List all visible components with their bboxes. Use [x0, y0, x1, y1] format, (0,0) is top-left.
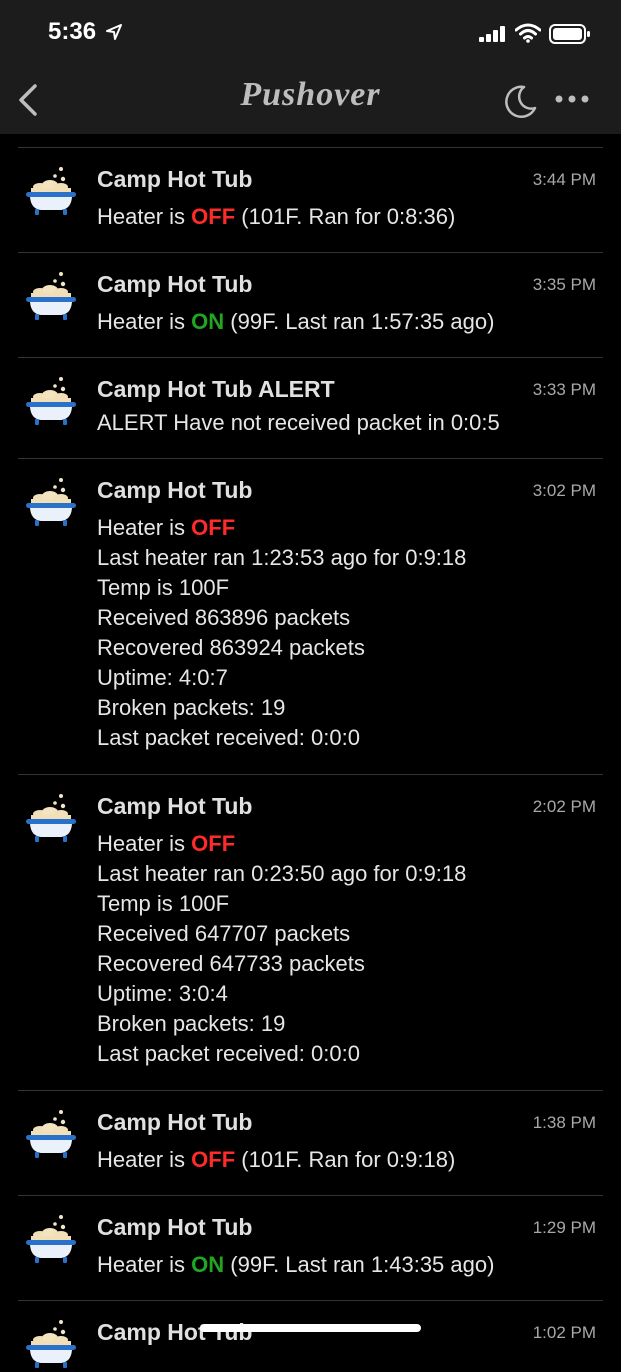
- message-line: Last heater ran 0:23:50 ago for 0:9:18: [97, 861, 466, 887]
- message-detail: (101F. Ran for 0:9:18): [235, 1147, 456, 1172]
- message-line: Temp is 100F: [97, 891, 229, 917]
- message-time: 3:44 PM: [532, 170, 596, 189]
- heater-status: OFF: [191, 1147, 236, 1172]
- message-line: Recovered 647733 packets: [97, 951, 365, 977]
- message-time: 1:38 PM: [532, 1113, 596, 1132]
- heater-status: OFF: [191, 515, 236, 540]
- bathtub-icon: [26, 1110, 76, 1158]
- bathtub-icon: [26, 794, 76, 842]
- bathtub-icon: [26, 1320, 76, 1368]
- message-text: Heater is: [97, 831, 192, 856]
- message-time: 1:29 PM: [532, 1218, 596, 1237]
- bathtub-icon: [26, 167, 76, 215]
- battery-icon: [549, 24, 590, 44]
- heater-status: OFF: [191, 204, 236, 229]
- message-time: 2:02 PM: [532, 797, 596, 816]
- message-line: Heater is OFF (101F. Ran for 0:8:36): [97, 204, 455, 230]
- message-time: 1:02 PM: [532, 1323, 596, 1342]
- message-text: Temp is 100F: [97, 575, 230, 600]
- message-separator: [18, 1090, 603, 1091]
- message-separator: [18, 147, 603, 148]
- message-text: Recovered 863924 packets: [97, 635, 365, 660]
- message-line: Heater is ON (99F. Last ran 1:43:35 ago): [97, 1252, 494, 1278]
- message-separator: [18, 1195, 603, 1196]
- message-line: Received 863896 packets: [97, 605, 350, 631]
- message-text: Broken packets: 19: [97, 1011, 286, 1036]
- message-app-name: Camp Hot Tub: [97, 793, 253, 819]
- more-icon[interactable]: [555, 95, 589, 103]
- bathtub-icon: [26, 1215, 76, 1263]
- bathtub-icon: [26, 272, 76, 320]
- message-separator: [18, 458, 603, 459]
- message-text: Heater is: [97, 204, 192, 229]
- location-arrow-icon: [106, 24, 122, 40]
- message-line: Temp is 100F: [97, 575, 229, 601]
- heater-status: OFF: [191, 831, 236, 856]
- message-line: Heater is OFF: [97, 831, 235, 857]
- message-text: ALERT Have not received packet in 0:0:5: [97, 410, 500, 435]
- message-time: 3:35 PM: [532, 275, 596, 294]
- message-app-name: Camp Hot Tub: [97, 477, 253, 503]
- message-text: Received 863896 packets: [97, 605, 351, 630]
- message-detail: (99F. Last ran 1:57:35 ago): [224, 309, 495, 334]
- message-app-name: Camp Hot Tub ALERT: [97, 376, 335, 402]
- message-app-name: Camp Hot Tub: [97, 166, 253, 192]
- message-text: Broken packets: 19: [97, 695, 286, 720]
- signal-icon: [479, 26, 505, 42]
- message-separator: [18, 252, 603, 253]
- moon-icon[interactable]: [502, 84, 538, 120]
- home-indicator[interactable]: [200, 1324, 421, 1332]
- message-line: Heater is OFF (101F. Ran for 0:9:18): [97, 1147, 455, 1173]
- wifi-icon: [515, 23, 541, 43]
- message-separator: [18, 774, 603, 775]
- message-line: Received 647707 packets: [97, 921, 350, 947]
- message-detail: (101F. Ran for 0:8:36): [235, 204, 456, 229]
- heater-status: ON: [191, 1252, 225, 1277]
- message-line: ALERT Have not received packet in 0:0:5: [97, 410, 500, 436]
- message-detail: (99F. Last ran 1:43:35 ago): [224, 1252, 495, 1277]
- message-time: 3:02 PM: [532, 481, 596, 500]
- message-line: Last heater ran 1:23:53 ago for 0:9:18: [97, 545, 466, 571]
- message-line: Broken packets: 19: [97, 1011, 285, 1037]
- heater-status: ON: [191, 309, 225, 334]
- message-text: Last heater ran 1:23:53 ago for 0:9:18: [97, 545, 467, 570]
- message-text: Last packet received: 0:0:0: [97, 725, 360, 750]
- status-time: 5:36: [48, 18, 97, 45]
- message-app-name: Camp Hot Tub: [97, 1214, 253, 1240]
- message-text: Heater is: [97, 309, 192, 334]
- message-text: Temp is 100F: [97, 891, 230, 916]
- message-time: 3:33 PM: [532, 380, 596, 399]
- bathtub-icon: [26, 377, 76, 425]
- message-text: Heater is: [97, 515, 192, 540]
- message-separator: [18, 1300, 603, 1301]
- message-app-name: Camp Hot Tub: [97, 1109, 253, 1135]
- bathtub-icon: [26, 478, 76, 526]
- message-text: Received 647707 packets: [97, 921, 351, 946]
- message-separator: [18, 357, 603, 358]
- message-app-name: Camp Hot Tub: [97, 271, 253, 297]
- message-line: Heater is OFF: [97, 515, 235, 541]
- message-text: Uptime: 3:0:4: [97, 981, 228, 1006]
- message-text: Recovered 647733 packets: [97, 951, 365, 976]
- message-text: Heater is: [97, 1147, 192, 1172]
- message-text: Heater is: [97, 1252, 192, 1277]
- message-text: Last packet received: 0:0:0: [97, 1041, 360, 1066]
- message-text: Last heater ran 0:23:50 ago for 0:9:18: [97, 861, 467, 886]
- message-line: Broken packets: 19: [97, 695, 285, 721]
- message-line: Uptime: 4:0:7: [97, 665, 228, 691]
- message-line: Last packet received: 0:0:0: [97, 1041, 360, 1067]
- message-line: Last packet received: 0:0:0: [97, 725, 360, 751]
- message-line: Uptime: 3:0:4: [97, 981, 228, 1007]
- message-line: Recovered 863924 packets: [97, 635, 365, 661]
- message-text: Uptime: 4:0:7: [97, 665, 228, 690]
- message-line: Heater is ON (99F. Last ran 1:57:35 ago): [97, 309, 494, 335]
